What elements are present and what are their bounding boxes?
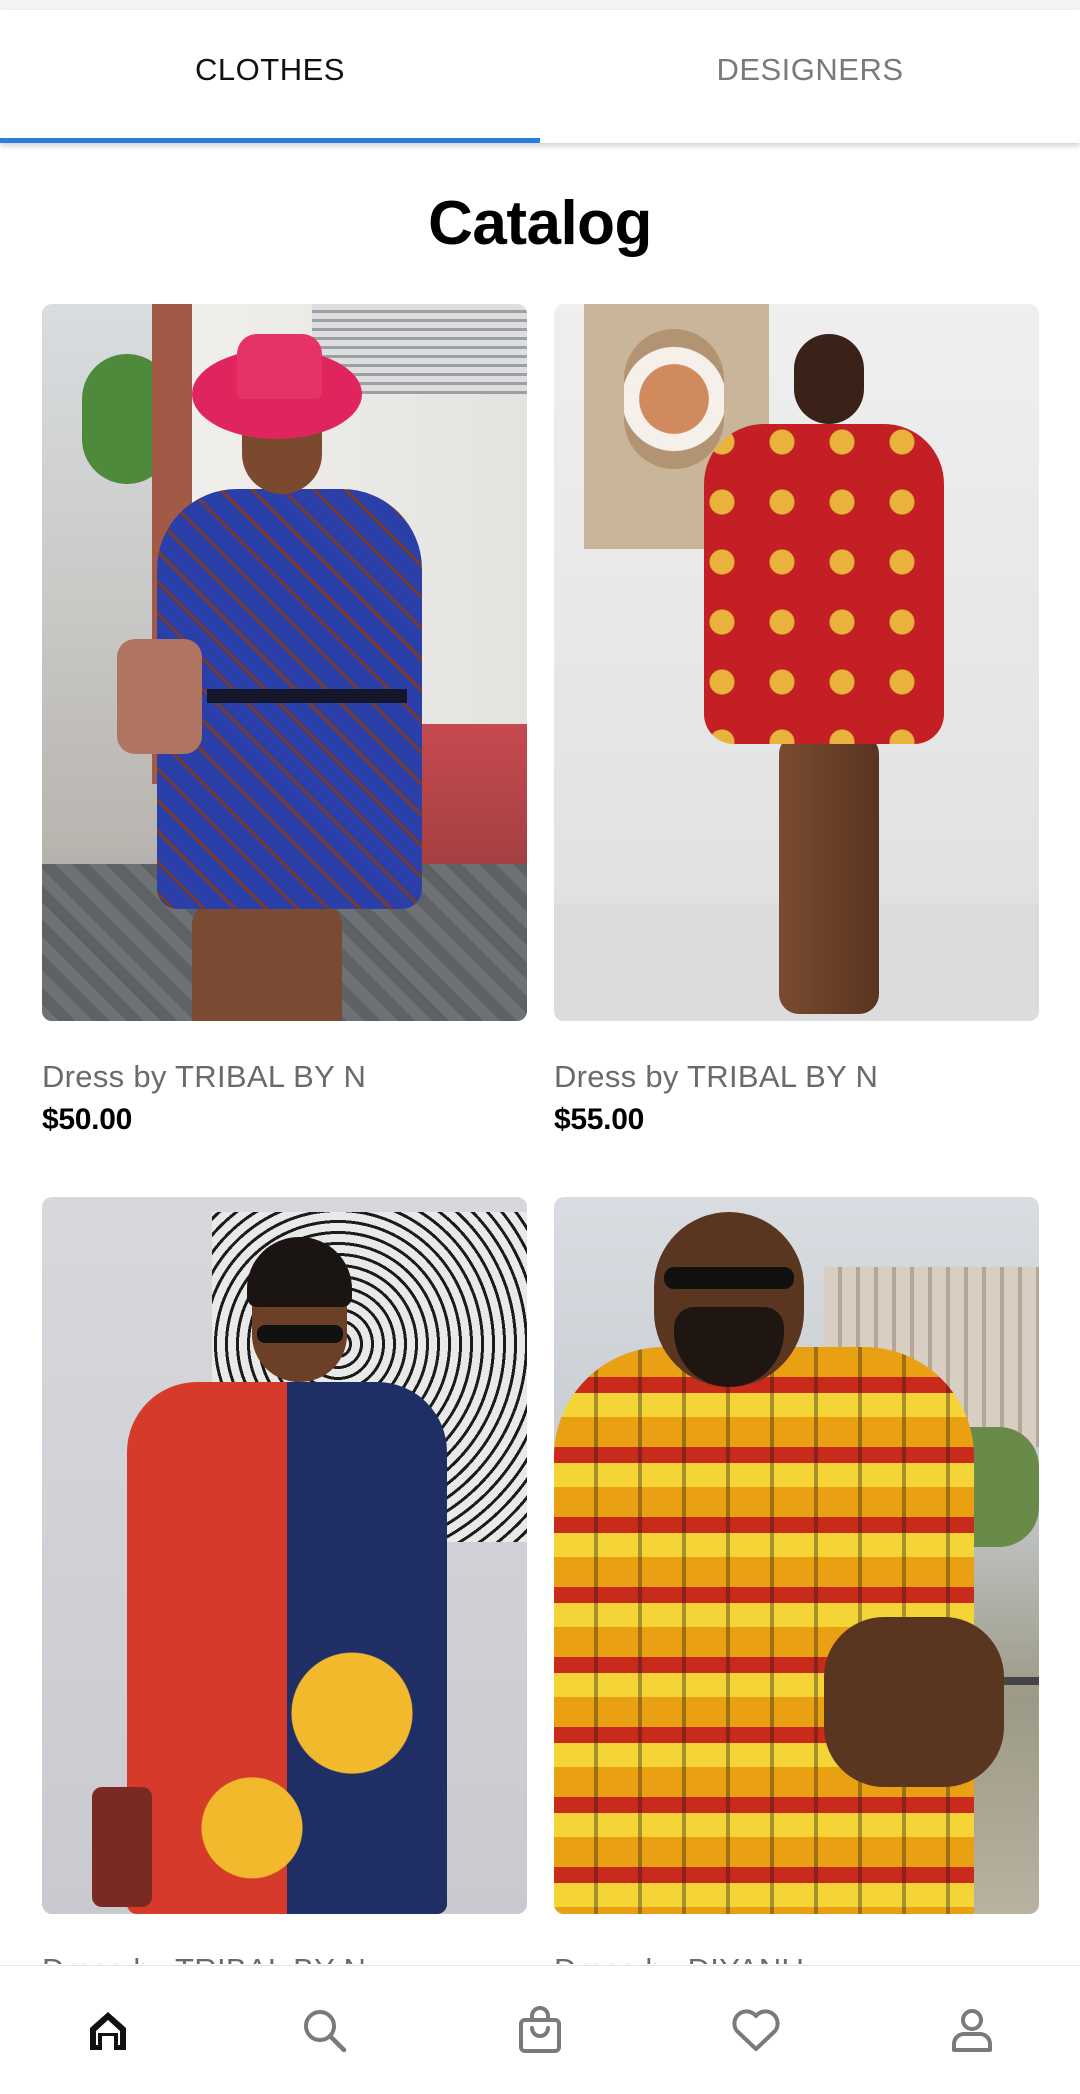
search-icon: [304, 2010, 347, 2053]
nav-favorites[interactable]: [701, 1975, 811, 2085]
product-grid: Dress by TRIBAL BY N $50.00 Dress by TRI…: [42, 304, 1039, 1964]
profile-icon: [952, 2009, 992, 2052]
product-name: Dress by TRIBAL BY N: [42, 1952, 527, 1964]
product-image[interactable]: [42, 1197, 527, 1914]
tab-clothes[interactable]: CLOTHES: [0, 10, 540, 143]
product-name: Dress by TRIBAL BY N: [554, 1059, 879, 1094]
tab-designers-label: DESIGNERS: [716, 51, 904, 87]
tab-clothes-label: CLOTHES: [195, 51, 345, 87]
bottom-navigation: [0, 1965, 1080, 2094]
product-card[interactable]: Dress by TRIBAL BY N: [42, 1197, 527, 1964]
product-card[interactable]: Dress by TRIBAL BY N $55.00: [554, 304, 1039, 1137]
product-image[interactable]: [42, 304, 527, 1021]
heart-icon: [732, 2009, 780, 2051]
page-title: Catalog: [428, 189, 652, 258]
shopping-bag-icon: [519, 2006, 561, 2053]
tab-active-indicator: [0, 138, 540, 143]
nav-bag[interactable]: [485, 1975, 595, 2085]
product-name: Dress by TRIBAL BY N: [42, 1059, 367, 1094]
product-name: Dress by DIYANU: [554, 1952, 1039, 1964]
nav-home[interactable]: [53, 1975, 163, 2085]
product-image[interactable]: [554, 1197, 1039, 1914]
nav-search[interactable]: [269, 1975, 379, 2085]
product-card[interactable]: Dress by DIYANU: [554, 1197, 1039, 1964]
tab-designers[interactable]: DESIGNERS: [540, 10, 1080, 143]
product-image[interactable]: [554, 304, 1039, 1021]
product-card[interactable]: Dress by TRIBAL BY N $50.00: [42, 304, 527, 1137]
tab-bar: CLOTHES DESIGNERS: [0, 10, 1080, 143]
status-bar: [0, 0, 1080, 10]
product-price: $55.00: [554, 1103, 644, 1136]
home-icon: [90, 2012, 126, 2050]
nav-profile[interactable]: [917, 1975, 1027, 2085]
product-price: $50.00: [42, 1103, 132, 1136]
